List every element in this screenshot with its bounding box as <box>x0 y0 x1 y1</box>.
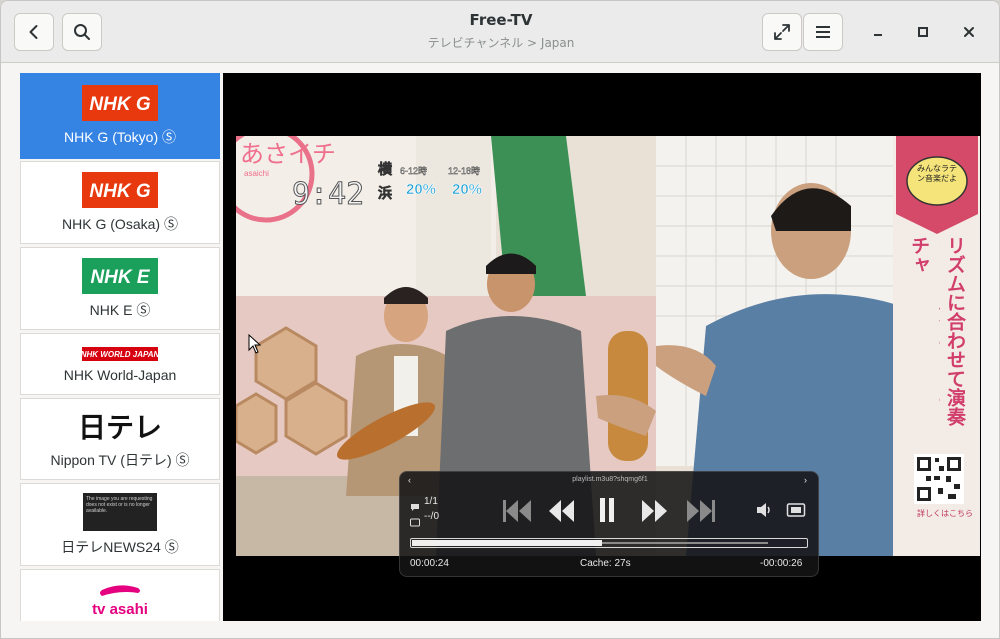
playback-controls: ‹ › playlist.m3u8?shqmg6f1 1/1 --/0 00:0… <box>399 471 819 577</box>
maximize-button[interactable] <box>910 19 936 45</box>
skip-previous-icon[interactable] <box>500 496 534 526</box>
header-bar: Free-TV テレビチャンネル > Japan <box>1 1 999 63</box>
svg-text:6-12時: 6-12時 <box>400 166 427 176</box>
seek-bar-fill <box>412 540 603 546</box>
main-menu-button[interactable] <box>803 13 843 51</box>
svg-text:NHK G: NHK G <box>89 181 150 202</box>
maximize-icon <box>918 27 928 37</box>
elapsed-time[interactable]: 00:00:24 <box>410 558 449 569</box>
svg-text:NHK G: NHK G <box>89 94 150 115</box>
channel-name: NHK G (Osaka) Ⓢ <box>62 215 178 232</box>
svg-text:詳しくはこちら: 詳しくはこちら <box>917 508 973 518</box>
close-button[interactable] <box>956 19 982 45</box>
fullscreen-toggle-icon[interactable] <box>786 502 806 518</box>
channel-name: NHK World-Japan <box>63 367 177 383</box>
missing-image-placeholder: The image you are requesting does not ex… <box>83 492 157 531</box>
search-icon <box>74 24 90 40</box>
svg-text:asaichi: asaichi <box>244 169 269 178</box>
channel-item-nhk-world-japan[interactable]: NHK WORLD JAPAN NHK World-Japan <box>20 333 220 395</box>
back-button[interactable] <box>14 13 54 51</box>
minimize-icon <box>874 34 882 36</box>
svg-text:12-18時: 12-18時 <box>448 166 480 176</box>
qr-code <box>914 454 964 504</box>
rewind-icon[interactable] <box>546 496 576 526</box>
audio-track-button[interactable]: --/0 <box>410 511 439 531</box>
app-window: Free-TV テレビチャンネル > Japan NHK G NHK G (To… <box>0 0 1000 639</box>
tv-asahi-logo: tv asahi <box>80 578 160 618</box>
hamburger-menu-icon <box>816 26 830 38</box>
go-back-icon <box>29 25 38 39</box>
channel-name: NHK G (Tokyo) Ⓢ <box>63 129 176 145</box>
fullscreen-button[interactable] <box>762 13 802 51</box>
breadcrumb: テレビチャンネル > Japan <box>427 36 575 50</box>
svg-text:横: 横 <box>378 161 393 178</box>
fast-forward-icon[interactable] <box>640 496 670 526</box>
nhk-g-logo: NHK G <box>82 85 158 121</box>
svg-text:9:42: 9:42 <box>292 177 364 212</box>
svg-text:浜: 浜 <box>378 185 392 202</box>
minimize-button[interactable] <box>865 19 891 45</box>
media-title: playlist.m3u8?shqmg6f1 <box>572 476 648 483</box>
seek-bar[interactable] <box>410 538 808 548</box>
cache-status: Cache: 27s <box>580 558 631 569</box>
nhk-world-logo: NHK WORLD JAPAN <box>82 345 158 365</box>
search-button[interactable] <box>62 13 102 51</box>
caption-icon <box>410 518 420 527</box>
fullscreen-icon <box>774 24 790 40</box>
mouse-cursor-icon <box>248 334 262 354</box>
speech-bubble-icon <box>411 504 419 511</box>
remaining-time[interactable]: -00:00:26 <box>760 558 802 569</box>
svg-text:日テレ: 日テレ <box>80 411 160 444</box>
channel-item-nhk-g-osaka[interactable]: NHK G NHK G (Osaka) Ⓢ <box>20 161 220 244</box>
close-icon <box>964 27 974 37</box>
pause-icon[interactable] <box>596 494 618 526</box>
channel-name: Nippon TV (日テレ) Ⓢ <box>50 452 190 468</box>
volume-icon[interactable] <box>756 502 774 518</box>
channel-item-tv-asahi[interactable]: tv asahi <box>20 569 220 621</box>
window-title: Free-TV <box>469 11 533 29</box>
channel-item-nittele-news24[interactable]: The image you are requesting does not ex… <box>20 483 220 566</box>
svg-text:tv asahi: tv asahi <box>92 601 148 618</box>
channel-name: 日テレNEWS24 Ⓢ <box>61 538 179 555</box>
svg-text:20%: 20% <box>452 181 482 198</box>
channel-name: NHK E Ⓢ <box>89 301 151 318</box>
skip-next-icon[interactable] <box>684 496 718 526</box>
channel-item-nhk-e[interactable]: NHK E NHK E Ⓢ <box>20 247 220 330</box>
channel-item-nhk-g-tokyo[interactable]: NHK G NHK G (Tokyo) Ⓢ <box>20 73 220 159</box>
nippon-tv-logo: 日テレ <box>80 408 160 444</box>
nhk-g-logo: NHK G <box>82 171 158 208</box>
channel-list: NHK G NHK G (Tokyo) Ⓢ NHK G NHK G (Osaka… <box>20 73 222 621</box>
nhk-e-logo: NHK E <box>82 257 158 294</box>
channel-item-nippon-tv[interactable]: 日テレ Nippon TV (日テレ) Ⓢ <box>20 398 220 480</box>
svg-text:あさイチ: あさイチ <box>240 140 336 168</box>
svg-text:NHK E: NHK E <box>90 267 150 288</box>
svg-text:NHK WORLD JAPAN: NHK WORLD JAPAN <box>82 350 158 359</box>
svg-text:20%: 20% <box>406 181 436 198</box>
